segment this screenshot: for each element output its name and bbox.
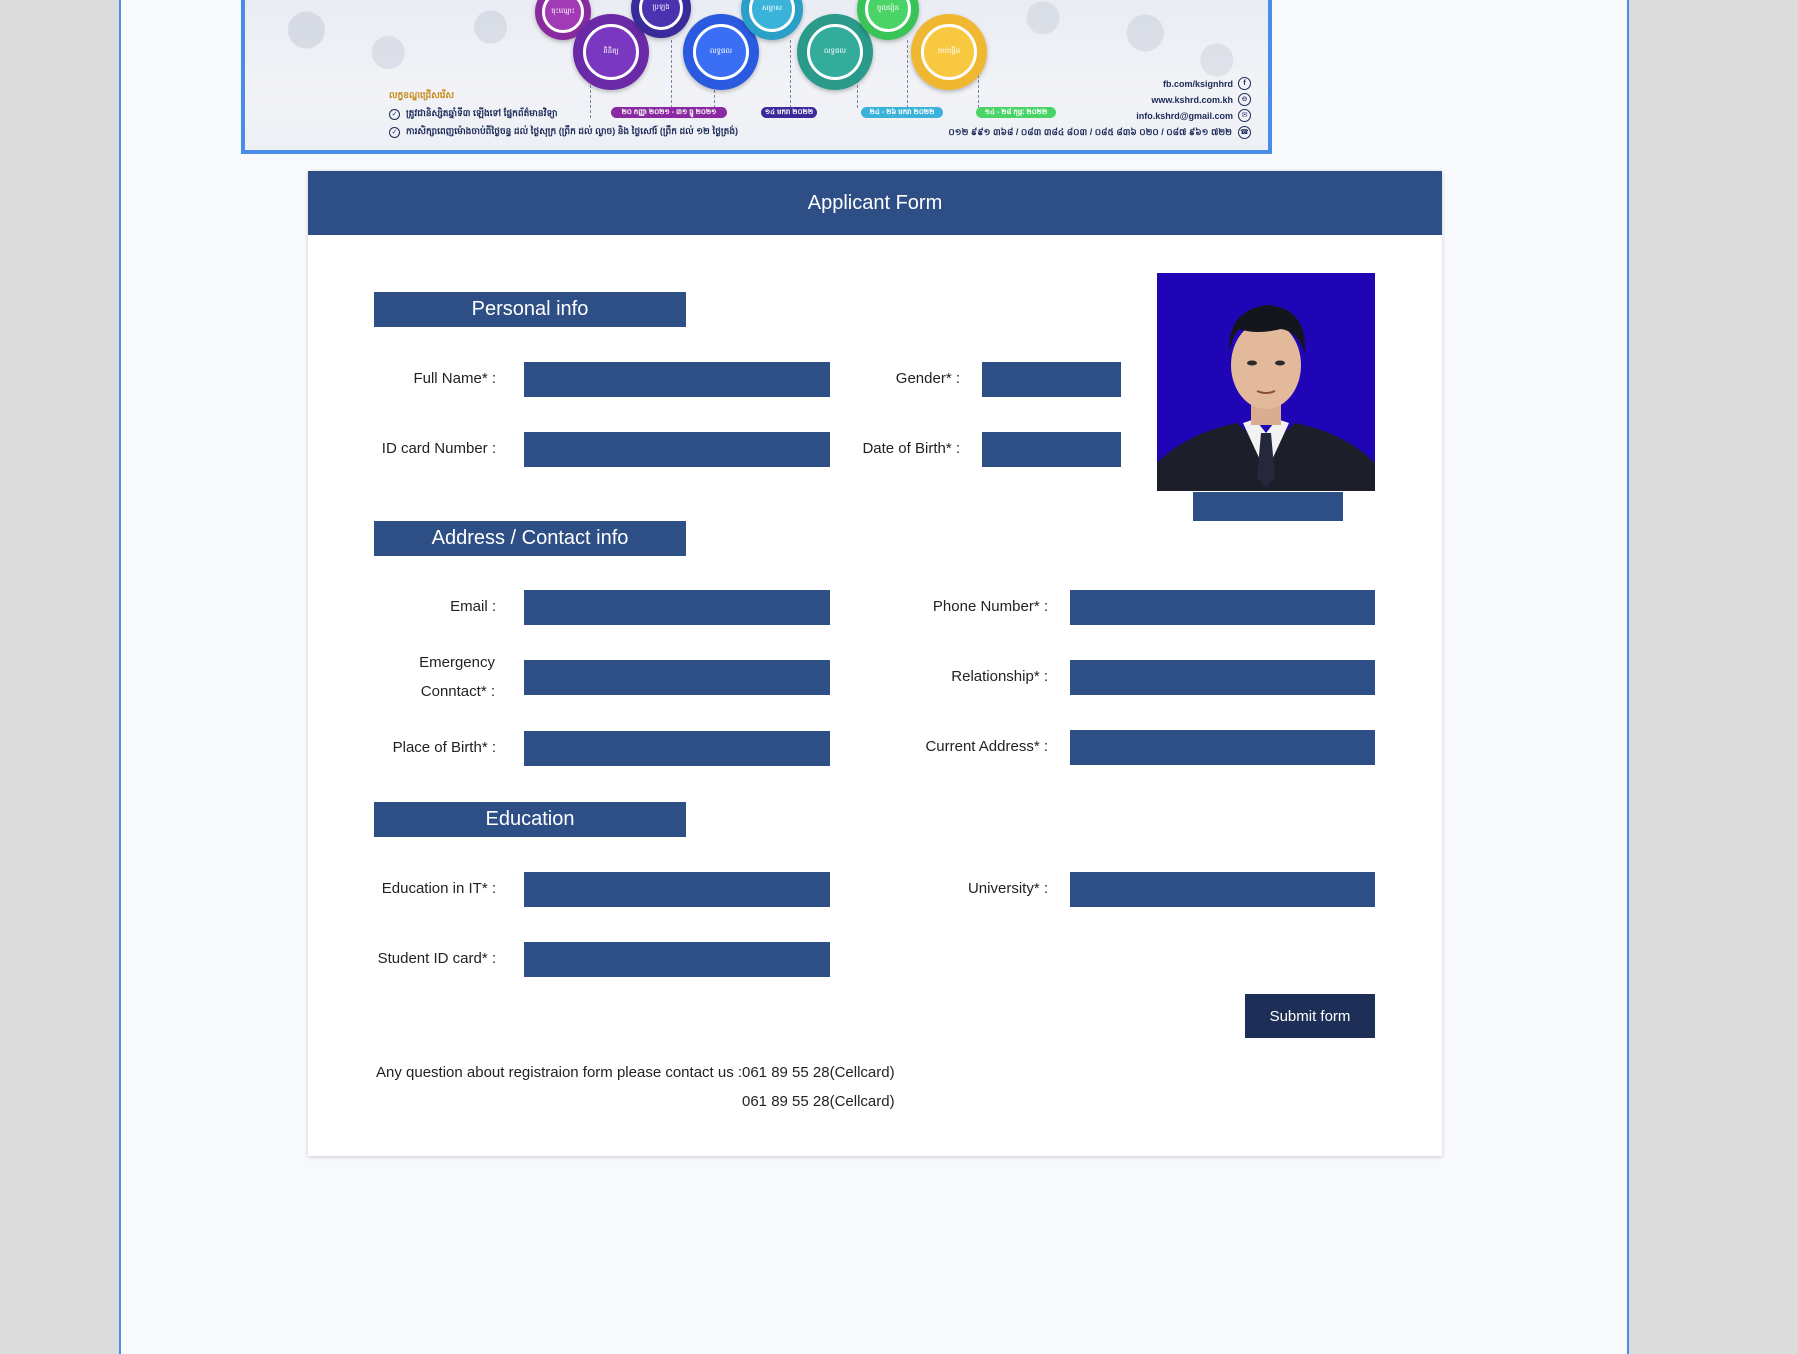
gender-input[interactable]: [982, 362, 1121, 397]
student-id-label: Student ID card* :: [377, 950, 496, 967]
timeline-connector: [671, 40, 672, 108]
criteria-item: ✓ ត្រូវជានិស្សិតឆ្នាំទី៣ ឡើងទៅ ផ្នែកព័ត៌…: [389, 108, 558, 121]
contact-website: www.kshrd.com.kh ⊖: [1151, 93, 1251, 106]
full-name-label: Full Name* :: [413, 370, 496, 387]
timeline-connector: [790, 40, 791, 108]
contact-phones: ០១២ ៩៩១ ៣៦៨ / ០៨៣ ៣៨៤ ៨០៣ / ០៨៥ ៨៣៦ ០២០ …: [948, 127, 1232, 137]
applicant-photo[interactable]: [1157, 273, 1375, 491]
help-text: Any question about registraion form plea…: [376, 1064, 743, 1081]
mail-icon: ✉: [1238, 109, 1251, 122]
section-education: Education: [374, 802, 686, 837]
current-address-label: Current Address* :: [925, 738, 1048, 755]
section-personal-info: Personal info: [374, 292, 686, 327]
full-name-input[interactable]: [524, 362, 830, 397]
criteria-item: ✓ ការសិក្សាពេញម៉ោងចាប់ពីថ្ងៃចន្ទ ដល់ ថ្ង…: [389, 126, 738, 139]
contact-text: www.kshrd.com.kh: [1151, 94, 1233, 105]
phone-icon: ☎: [1238, 126, 1251, 139]
photo-upload-button[interactable]: [1193, 492, 1343, 521]
submit-button[interactable]: Submit form: [1245, 994, 1375, 1038]
id-card-input[interactable]: [524, 432, 830, 467]
education-it-input[interactable]: [524, 872, 830, 907]
university-input[interactable]: [1070, 872, 1375, 907]
contact-email: info.kshrd@gmail.com ✉: [1136, 109, 1251, 122]
relationship-input[interactable]: [1070, 660, 1375, 695]
timeline-date-pill: ២៤ - ២៦ មករា ២០២២: [861, 107, 943, 118]
emergency-contact-label-line2: Conntact* :: [420, 683, 495, 700]
place-of-birth-label: Place of Birth* :: [392, 739, 496, 756]
email-label: Email :: [450, 598, 496, 615]
avatar: [1157, 273, 1375, 491]
section-address-contact: Address / Contact info: [374, 521, 686, 556]
check-icon: ✓: [389, 127, 400, 138]
education-it-label: Education in IT* :: [381, 880, 496, 897]
timeline-date-pill: ១៤ មករា ២០២២: [761, 107, 817, 118]
place-of-birth-input[interactable]: [524, 731, 830, 766]
criteria-text: ការសិក្សាពេញម៉ោងចាប់ពីថ្ងៃចន្ទ ដល់ ថ្ងៃស…: [406, 126, 739, 136]
current-address-input[interactable]: [1070, 730, 1375, 765]
dob-label: Date of Birth* :: [862, 440, 960, 457]
relationship-label: Relationship* :: [951, 668, 1048, 685]
university-label: University* :: [967, 880, 1048, 897]
contact-text: fb.com/ksignhrd: [1162, 78, 1233, 89]
timeline-connector: [907, 40, 908, 108]
facebook-icon: f: [1238, 77, 1251, 90]
id-card-label: ID card Number :: [381, 440, 496, 457]
recruitment-banner: ចុះឈ្មោះ ពិនិត្យ ប្រឡង លទ្ធផល សម្ភាស លទ្…: [241, 0, 1272, 154]
dob-input[interactable]: [982, 432, 1121, 467]
form-title: Applicant Form: [308, 171, 1442, 235]
emergency-contact-input[interactable]: [524, 660, 830, 695]
gender-label: Gender* :: [895, 370, 960, 387]
criteria-text: ត្រូវជានិស្សិតឆ្នាំទី៣ ឡើងទៅ ផ្នែកព័ត៌មា…: [406, 108, 558, 118]
check-icon: ✓: [389, 109, 400, 120]
timeline-date-pill: ១៤ - ២៨ កុម្ភៈ ២០២២: [976, 107, 1056, 118]
phone-input[interactable]: [1070, 590, 1375, 625]
help-phone: 061 89 55 28(Cellcard): [742, 1064, 895, 1081]
email-field[interactable]: [524, 590, 830, 625]
criteria-title: លក្ខខណ្ឌជ្រើសរើស: [389, 90, 455, 100]
contact-text: info.kshrd@gmail.com: [1136, 110, 1233, 121]
web-icon: ⊖: [1238, 93, 1251, 106]
emergency-contact-label-line1: Emergency: [419, 654, 495, 671]
phone-label: Phone Number* :: [932, 598, 1048, 615]
student-id-input[interactable]: [524, 942, 830, 977]
contact-facebook: fb.com/ksignhrd f: [1163, 77, 1251, 90]
help-phone: 061 89 55 28(Cellcard): [742, 1093, 895, 1110]
timeline-date-pill: ២០ កញ្ញា ២០២១ - ៣១ ធ្នូ ២០២១: [611, 107, 727, 118]
timeline-step-bubble: ចាប់ផ្តើម: [911, 14, 987, 90]
applicant-form-card: Applicant Form Personal info Full Name* …: [308, 171, 1442, 1156]
